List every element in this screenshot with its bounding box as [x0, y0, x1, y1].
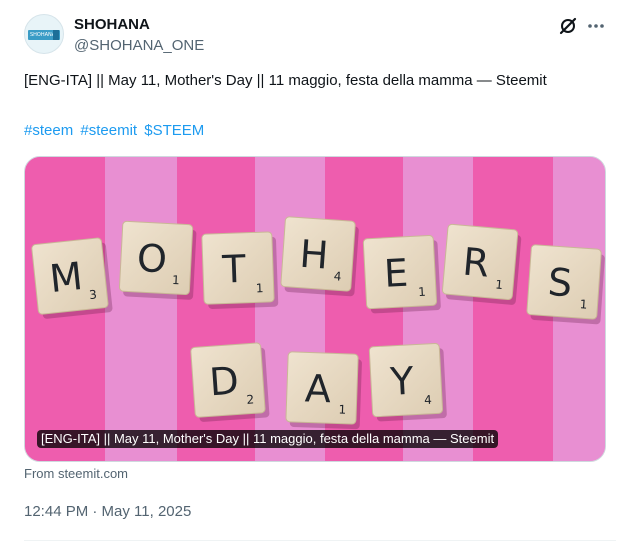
tile-letter: R	[461, 239, 491, 285]
tile-score: 2	[246, 392, 255, 406]
tweet: SHOHANA SHOHANA @SHOHANA_ONE [ENG-ITA] |…	[0, 0, 640, 548]
avatar[interactable]: SHOHANA	[24, 14, 64, 54]
timestamp[interactable]: 12:44 PM · May 11, 2025	[24, 502, 191, 522]
letter-tile: E1	[362, 234, 441, 314]
tile-score: 1	[256, 281, 264, 295]
avatar-text: SHOHANA	[30, 32, 56, 38]
more-icon[interactable]	[585, 16, 607, 36]
tile-letter: Y	[388, 359, 415, 404]
card-source[interactable]: From steemit.com	[24, 466, 128, 482]
author-handle[interactable]: @SHOHANA_ONE	[74, 36, 204, 56]
author-name[interactable]: SHOHANA	[74, 15, 150, 35]
tile-score: 4	[333, 269, 342, 283]
letter-tile: A1	[285, 351, 362, 430]
tile-score: 1	[172, 273, 180, 287]
card-image: M 3O 1 T 1H 4 E 1R 1 S 1 D 2 A 1Y 4	[25, 157, 605, 461]
tile-letter: S	[546, 260, 573, 306]
tweet-text: [ENG-ITA] || May 11, Mother's Day || 11 …	[24, 72, 547, 89]
tile-score: 1	[418, 285, 426, 299]
avatar-tag	[53, 30, 59, 40]
letter-tile: Y4	[368, 342, 447, 422]
tiles-row2: D 2 A 1Y 4	[190, 342, 447, 430]
grok-icon[interactable]	[558, 16, 578, 36]
tile-letter: H	[298, 232, 330, 278]
letter-tile: R1	[442, 223, 522, 305]
cashtag-steem[interactable]: $STEEM	[144, 122, 204, 139]
card-caption: [ENG-ITA] || May 11, Mother's Day || 11 …	[37, 430, 499, 448]
hashtag-steemit[interactable]: #steemit	[80, 122, 137, 139]
tile-score: 4	[424, 393, 432, 407]
letter-tile: O1	[118, 220, 197, 300]
tile-letter: O	[136, 236, 168, 282]
hashtag-steem[interactable]: #steem	[24, 122, 73, 139]
tile-score: 3	[88, 287, 97, 302]
tile-letter: D	[208, 358, 240, 404]
tile-letter: M	[47, 254, 84, 301]
tile-letter: E	[383, 251, 409, 296]
tile-letter: A	[304, 366, 332, 411]
link-card[interactable]: M3O1T1H4E1R1S1 D2A1Y4 [ENG-ITA] || May 1…	[24, 156, 606, 462]
divider	[24, 540, 616, 541]
letter-tile: H4	[280, 216, 359, 297]
tile-score: 1	[579, 297, 588, 311]
letter-tile: M3	[31, 237, 113, 319]
tile-score: 1	[338, 403, 346, 417]
letter-tile: D2	[190, 342, 270, 422]
letter-tile: S1	[526, 244, 605, 325]
tile-score: 1	[495, 277, 504, 292]
tile-letter: T	[221, 247, 248, 292]
letter-tile: T1	[201, 231, 279, 309]
hashtag-list: #steem #steemit $STEEM	[24, 121, 207, 141]
